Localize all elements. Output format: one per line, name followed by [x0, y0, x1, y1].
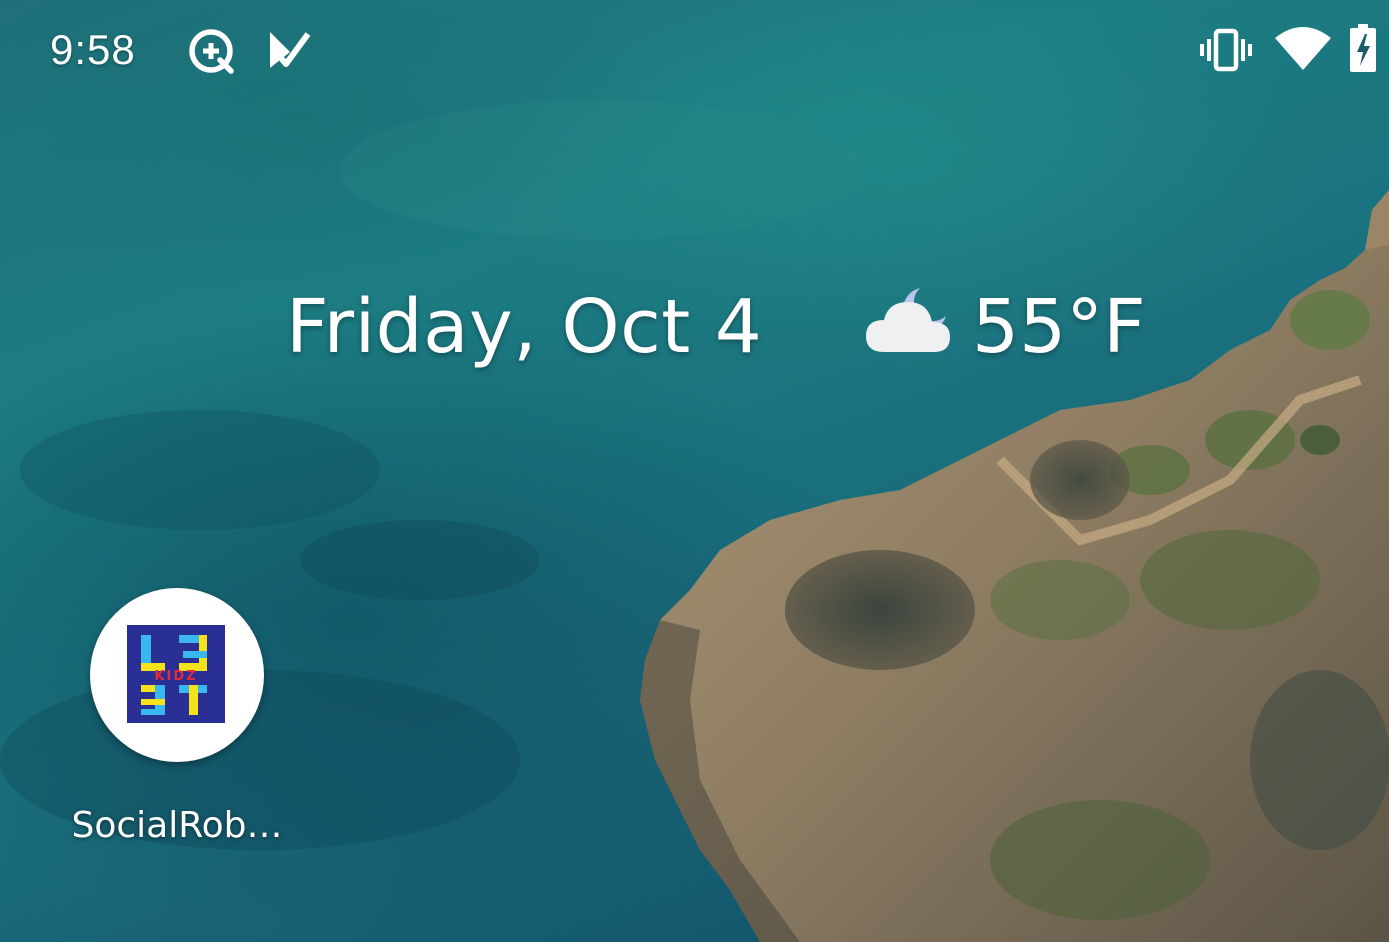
battery-charging-icon [1348, 24, 1378, 74]
app-logo-text: KIDZ [154, 669, 197, 684]
app-logo-icon: KIDZ [127, 625, 225, 723]
vibrate-icon [1200, 28, 1252, 72]
status-bar: 9:58 [0, 0, 1389, 100]
partly-cloudy-night-icon[interactable] [862, 282, 954, 362]
data-saver-icon [186, 26, 236, 76]
status-clock: 9:58 [50, 26, 136, 73]
glance-temperature[interactable]: 55°F [972, 282, 1146, 372]
at-a-glance-widget[interactable]: Friday, Oct 4 55°F [0, 280, 1389, 380]
play-store-notification-icon [266, 26, 312, 72]
app-icon-background[interactable]: KIDZ [90, 588, 264, 762]
app-shortcut-socialrobot[interactable]: KIDZ SocialRob… [60, 588, 294, 858]
app-label[interactable]: SocialRob… [60, 804, 294, 848]
wifi-icon [1274, 26, 1332, 72]
glance-date[interactable]: Friday, Oct 4 [286, 282, 762, 372]
